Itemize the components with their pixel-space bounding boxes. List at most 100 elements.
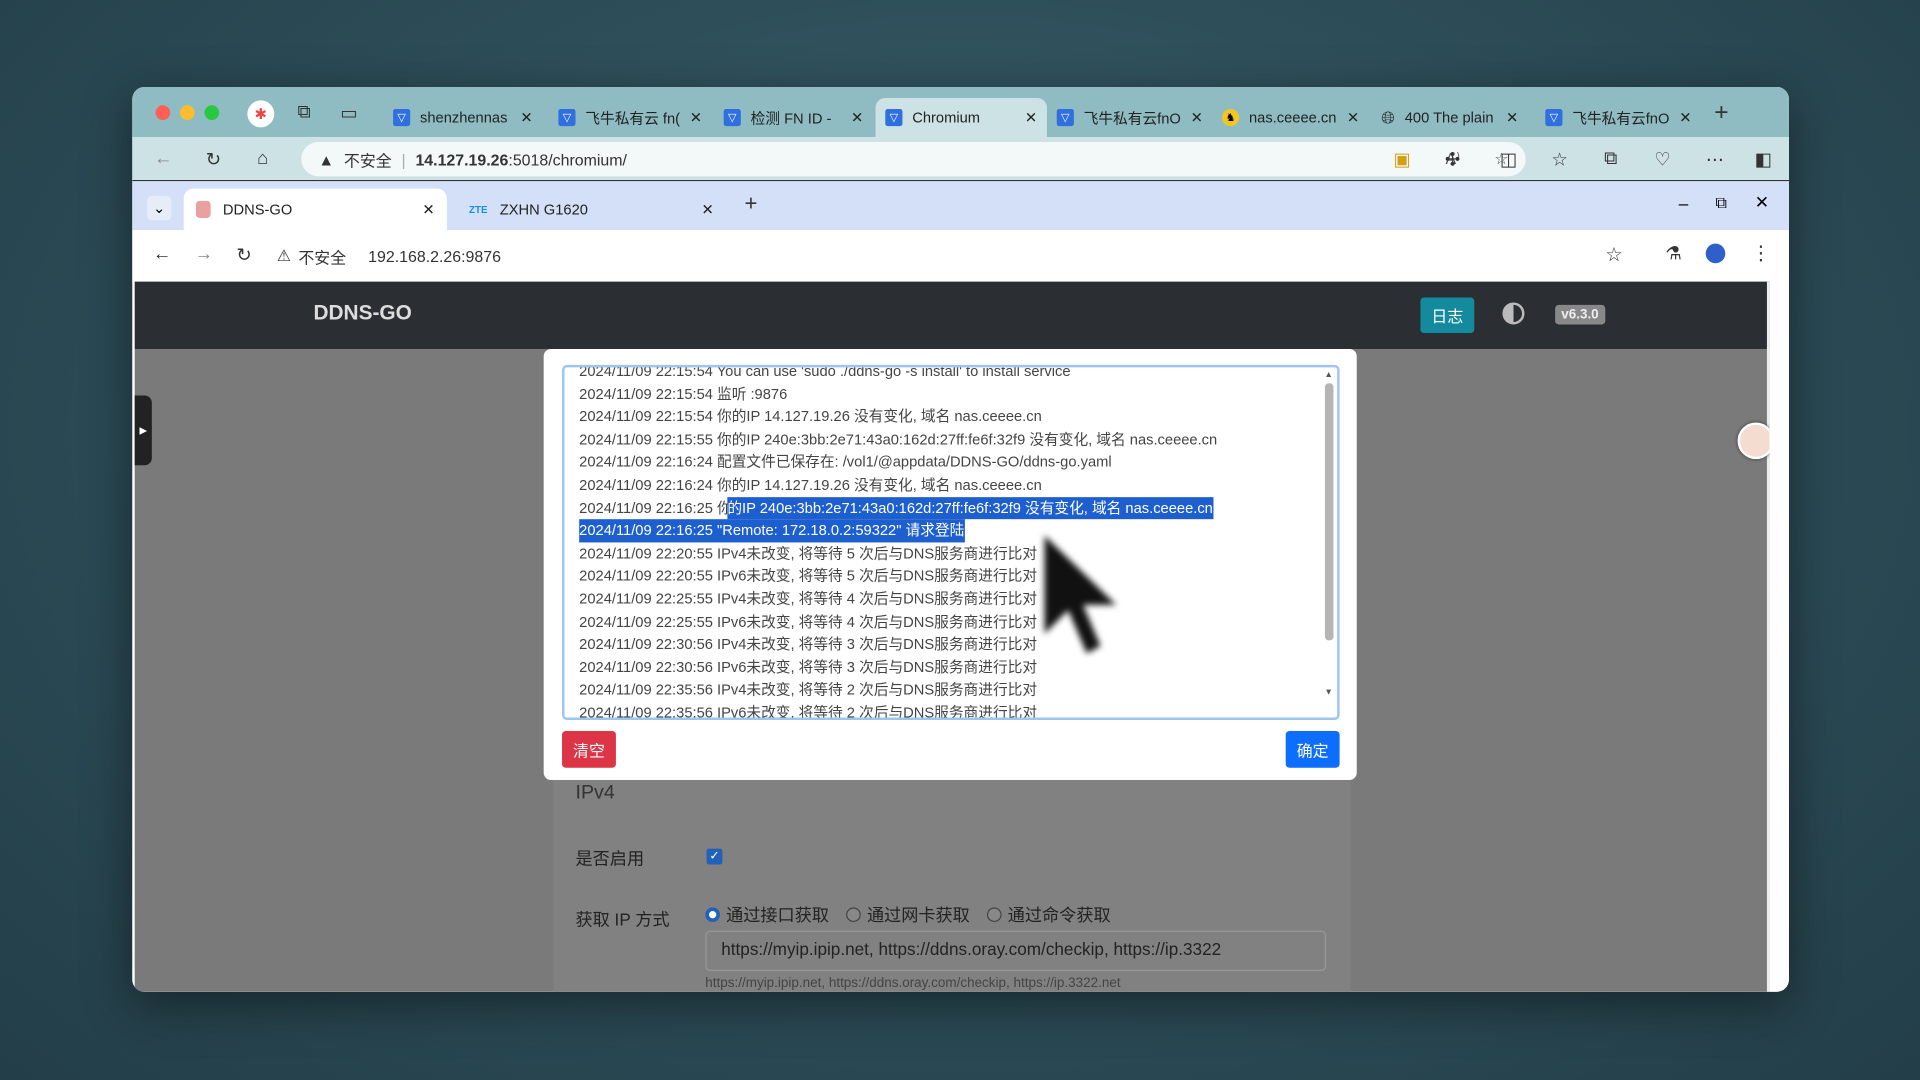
close-tab-icon[interactable]: ✕ — [1347, 109, 1359, 126]
close-tab-icon[interactable]: ✕ — [520, 109, 532, 126]
outer-tab[interactable]: ▽ 检测 FN ID - ✕ — [714, 98, 873, 137]
profile-icon[interactable]: ✱ — [247, 100, 275, 128]
clear-button[interactable]: 清空 — [562, 731, 616, 768]
log-line: 2024/11/09 22:35:56 IPv6未改变, 将等待 2 次后与DN… — [579, 704, 1038, 721]
outer-tab[interactable]: ▽ 飞牛私有云fnO ✕ — [1536, 98, 1693, 137]
radio-nic[interactable]: 通过网卡获取 — [846, 902, 970, 926]
fnos-favicon-icon: ▽ — [558, 108, 576, 127]
outer-tab[interactable]: 🌐︎ 400 The plain ✕ — [1371, 98, 1528, 137]
new-tab-button[interactable]: + — [744, 191, 757, 217]
url-text: 192.168.2.26:9876 — [368, 246, 501, 266]
sidebar-toggle-icon[interactable]: ◧ — [1755, 148, 1772, 170]
inner-tab[interactable]: ZTE ZXHN G1620 ✕ — [457, 189, 726, 231]
favorites-icon[interactable]: ☆ — [1551, 148, 1567, 170]
section-title: IPv4 — [575, 782, 615, 804]
collections-tab-icon[interactable]: ⧉ — [1604, 148, 1617, 169]
radio-cmd[interactable]: 通过命令获取 — [986, 902, 1111, 926]
outer-tab-active[interactable]: ▽ Chromium ✕ — [875, 97, 1047, 138]
tab-label: 飞牛私有云 fn( — [585, 109, 681, 127]
ip-api-url-input[interactable]: https://myip.ipip.net, https://ddns.oray… — [705, 930, 1327, 972]
page-content: DDNS-GO 日志 v6.3.0 IPv4 是否启用 ✓ 获取 IP 方式 通… — [134, 281, 1770, 992]
log-textarea[interactable]: ▲ ▼ 2024/11/09 22:15:54 You can use 'sud… — [562, 364, 1340, 721]
close-tab-icon[interactable]: ✕ — [702, 201, 714, 218]
outer-toolbar: ← ↻ ⌂ ▲ 不安全 | 14.127.19.26:5018/chromium… — [132, 137, 1789, 182]
split-screen-icon[interactable]: ◫ — [1500, 148, 1517, 170]
profile-avatar-icon[interactable] — [1705, 243, 1726, 264]
version-badge: v6.3.0 — [1555, 304, 1605, 325]
scroll-down-icon[interactable]: ▼ — [1322, 688, 1334, 697]
app-title[interactable]: DDNS-GO — [313, 301, 411, 325]
log-line: 2024/11/09 22:16:25 你 — [579, 499, 732, 517]
browser-essentials-icon[interactable]: ♡ — [1654, 148, 1670, 170]
reload-icon[interactable]: ↻ — [206, 148, 221, 170]
back-icon[interactable]: ← — [153, 244, 171, 265]
tab-actions-icon[interactable]: ▭ — [340, 102, 357, 124]
outer-tab[interactable]: ▽ shenzhennas ✕ — [383, 98, 542, 137]
log-line: 2024/11/09 22:30:56 IPv4未改变, 将等待 3 次后与DN… — [579, 635, 1038, 653]
back-icon[interactable]: ← — [154, 148, 172, 169]
close-tab-icon[interactable]: ✕ — [690, 109, 702, 126]
ok-button[interactable]: 确定 — [1285, 731, 1340, 768]
app-navbar: DDNS-GO 日志 v6.3.0 — [134, 281, 1770, 349]
inner-tab-active[interactable]: DDNS-GO ✕ — [183, 188, 447, 231]
close-tab-icon[interactable]: ✕ — [1506, 109, 1518, 126]
log-line: 2024/11/09 22:15:54 You can use 'sudo ./… — [579, 364, 1071, 380]
scroll-up-icon[interactable]: ▲ — [1322, 371, 1334, 380]
log-modal: ▲ ▼ 2024/11/09 22:15:54 You can use 'sud… — [543, 348, 1357, 781]
close-tab-icon[interactable]: ✕ — [422, 201, 434, 218]
outer-tab[interactable]: ▽ 飞牛私有云 fn( ✕ — [549, 98, 708, 137]
scrollbar-thumb[interactable] — [1324, 383, 1333, 641]
fnos-favicon-icon: ▽ — [723, 108, 741, 127]
close-tab-icon[interactable]: ✕ — [851, 109, 863, 126]
outer-tab[interactable]: ♞ nas.ceeee.cn ✕ — [1212, 98, 1369, 137]
bookmark-star-icon[interactable]: ☆ — [1605, 242, 1623, 266]
outer-tab[interactable]: ▽ 飞牛私有云fnO ✕ — [1047, 98, 1206, 137]
site-favicon-icon: ♞ — [1222, 108, 1240, 127]
mouse-cursor-icon — [1042, 529, 1123, 657]
radio-icon — [705, 907, 721, 923]
collections-icon[interactable]: ▣ — [1393, 148, 1410, 170]
page-scrollbar[interactable] — [1766, 281, 1770, 992]
workspaces-icon[interactable]: ⧉ — [298, 102, 311, 123]
tab-search-chevron-icon[interactable]: ⌄ — [146, 195, 172, 221]
close-tab-icon[interactable]: ✕ — [1191, 109, 1203, 126]
close-window-button[interactable] — [155, 105, 171, 121]
tab-label: ZXHN G1620 — [499, 200, 588, 218]
radio-icon — [846, 907, 861, 923]
home-icon[interactable]: ⌂ — [257, 148, 268, 169]
theme-toggle-icon[interactable] — [1502, 302, 1525, 325]
reload-icon[interactable]: ↻ — [236, 244, 251, 266]
ip-method-radios: 通过接口获取 通过网卡获取 通过命令获取 — [705, 902, 1111, 926]
outer-address-bar[interactable]: ▲ 不安全 | 14.127.19.26:5018/chromium/ A⁾ ☆ — [301, 142, 1526, 177]
restore-icon[interactable]: ⧉ — [1716, 193, 1727, 213]
globe-icon: 🌐︎ — [1381, 107, 1395, 127]
inner-address-bar[interactable]: ⚠ 不安全 192.168.2.26:9876 — [277, 240, 1612, 272]
tab-label: Chromium — [912, 108, 981, 127]
fnos-favicon-icon: ▽ — [1545, 108, 1563, 127]
more-menu-icon[interactable]: ⋯ — [1706, 148, 1724, 170]
extensions-icon[interactable]: ✣ — [1445, 148, 1460, 170]
radio-api[interactable]: 通过接口获取 — [705, 902, 829, 926]
close-tab-icon[interactable]: ✕ — [1025, 109, 1037, 126]
log-button[interactable]: 日志 — [1420, 297, 1475, 334]
ip-method-label: 获取 IP 方式 — [575, 909, 670, 930]
new-tab-button[interactable]: + — [1714, 99, 1728, 127]
url-path: :5018/chromium/ — [508, 150, 627, 169]
log-scrollbar[interactable]: ▲ ▼ — [1322, 371, 1334, 711]
assistant-avatar[interactable] — [1737, 422, 1770, 460]
log-line: 2024/11/09 22:16:24 你的IP 14.127.19.26 没有… — [579, 476, 1042, 494]
minimize-icon[interactable]: – — [1679, 193, 1689, 213]
maximize-window-button[interactable] — [204, 105, 220, 121]
enable-checkbox[interactable]: ✓ — [706, 848, 723, 865]
close-tab-icon[interactable]: ✕ — [1679, 109, 1691, 126]
close-icon[interactable]: ✕ — [1755, 192, 1769, 213]
labs-flask-icon[interactable]: ⚗ — [1665, 242, 1681, 265]
zte-favicon-icon: ZTE — [468, 203, 488, 215]
menu-kebab-icon[interactable]: ⋮ — [1751, 241, 1771, 265]
minimize-window-button[interactable] — [180, 105, 195, 121]
log-line: 2024/11/09 22:15:54 你的IP 14.127.19.26 没有… — [579, 407, 1042, 426]
browser-window: ✱ ⧉ ▭ ▽ shenzhennas ✕ ▽ 飞牛私有云 fn( ✕ ▽ 检测 FN I… — [132, 86, 1789, 992]
warning-icon: ⚠ — [276, 246, 292, 265]
forward-icon[interactable]: → — [195, 244, 213, 265]
sidebar-expand-handle[interactable]: ▶ — [134, 395, 152, 466]
